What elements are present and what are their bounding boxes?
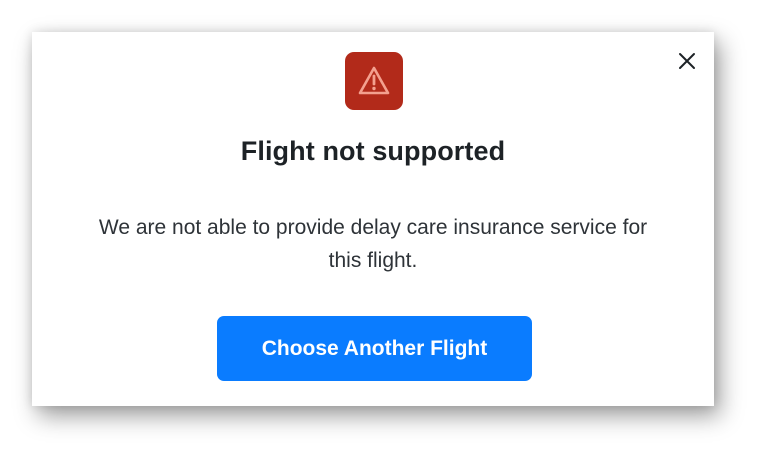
warning-badge <box>345 52 403 110</box>
flight-not-supported-dialog: Flight not supported We are not able to … <box>32 32 714 406</box>
dialog-title: Flight not supported <box>240 136 506 166</box>
dialog-message: We are not able to provide delay care in… <box>98 216 648 272</box>
close-button[interactable] <box>676 50 698 72</box>
warning-triangle-icon <box>358 66 390 95</box>
choose-another-flight-button[interactable]: Choose Another Flight <box>217 316 532 381</box>
close-icon <box>679 53 695 69</box>
